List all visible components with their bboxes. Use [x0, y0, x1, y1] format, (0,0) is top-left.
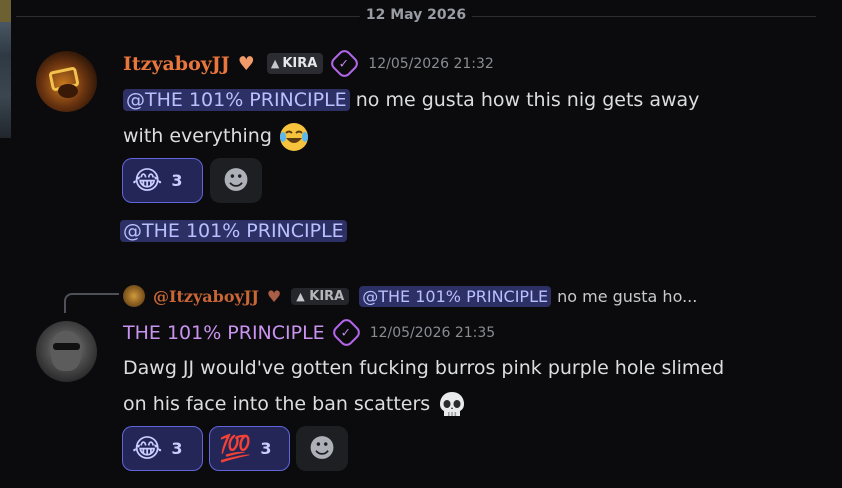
- username[interactable]: ItzyaboyJJ: [123, 53, 230, 75]
- message-header: ItzyaboyJJ ♥ ▲ KIRA ✓ 12/05/2026 21:32: [123, 47, 494, 80]
- tag-icon: ▲: [296, 289, 305, 303]
- laughing-face-icon: [279, 122, 308, 151]
- message-content: @THE 101% PRINCIPLE no me gusta how this…: [123, 82, 699, 154]
- timestamp[interactable]: 12/05/2026 21:35: [370, 325, 496, 341]
- laughing-face-icon: 😂: [132, 433, 163, 464]
- verified-badge-icon[interactable]: ✓: [329, 316, 363, 349]
- user-mention[interactable]: @THE 101% PRINCIPLE: [123, 89, 350, 111]
- server-tag-badge: ▲ KIRA: [291, 287, 350, 305]
- message-text: Dawg JJ would've gotten fucking burros p…: [123, 357, 725, 379]
- reaction-laughing[interactable]: 😂 3: [122, 426, 203, 471]
- tag-icon: ▲: [270, 57, 280, 70]
- reply-text: no me gusta ho...: [557, 286, 698, 306]
- avatar[interactable]: [36, 321, 97, 382]
- server-tag-label: KIRA: [282, 56, 318, 71]
- timestamp[interactable]: 12/05/2026 21:32: [368, 56, 494, 72]
- avatar-graphic: [58, 84, 78, 98]
- reply-avatar: [123, 285, 145, 307]
- followup-message: @THE 101% PRINCIPLE: [120, 214, 347, 248]
- verified-badge-icon[interactable]: ✓: [328, 47, 362, 80]
- date-divider: 12 May 2026: [16, 7, 816, 23]
- message-content: Dawg JJ would've gotten fucking burros p…: [123, 350, 724, 422]
- reaction-count: 3: [171, 171, 183, 190]
- message-text: on his face into the ban scatters: [123, 393, 431, 415]
- server-tag-badge[interactable]: ▲ KIRA: [266, 53, 324, 74]
- reaction-hundred[interactable]: 💯 3: [209, 426, 290, 471]
- laughing-face-icon: 😂: [132, 165, 163, 196]
- add-reaction-button[interactable]: ☻: [296, 426, 348, 471]
- heart-icon: ♥: [237, 52, 255, 75]
- server-tag-label: KIRA: [309, 288, 345, 304]
- user-mention[interactable]: @THE 101% PRINCIPLE: [120, 220, 347, 242]
- message-text: with everything: [123, 125, 272, 147]
- message-header: THE 101% PRINCIPLE ✓ 12/05/2026 21:35: [123, 316, 496, 349]
- skull-icon: [440, 391, 465, 416]
- reply-preview[interactable]: @ItzyaboyJJ ♥ ▲ KIRA @THE 101% PRINCIPLE…: [123, 285, 697, 307]
- reaction-count: 3: [260, 439, 272, 458]
- reply-connector: [64, 293, 119, 313]
- username[interactable]: THE 101% PRINCIPLE: [123, 322, 325, 344]
- heart-icon: ♥: [266, 286, 282, 306]
- date-divider-label: 12 May 2026: [359, 7, 473, 23]
- avatar-graphic: [53, 343, 80, 350]
- reaction-count: 3: [171, 439, 183, 458]
- hundred-points-icon: 💯: [219, 433, 252, 464]
- add-reaction-button[interactable]: ☻: [210, 158, 262, 203]
- avatar[interactable]: [36, 51, 97, 112]
- smiley-icon: ☻: [222, 165, 250, 196]
- user-mention[interactable]: @THE 101% PRINCIPLE: [359, 285, 552, 307]
- reaction-laughing[interactable]: 😂 3: [122, 158, 203, 203]
- smiley-icon: ☻: [308, 433, 336, 464]
- avatar-graphic: [51, 331, 81, 371]
- message-text: no me gusta how this nig gets away: [355, 89, 700, 111]
- background-server-strip: [0, 0, 11, 138]
- reply-username[interactable]: @ItzyaboyJJ: [153, 287, 259, 306]
